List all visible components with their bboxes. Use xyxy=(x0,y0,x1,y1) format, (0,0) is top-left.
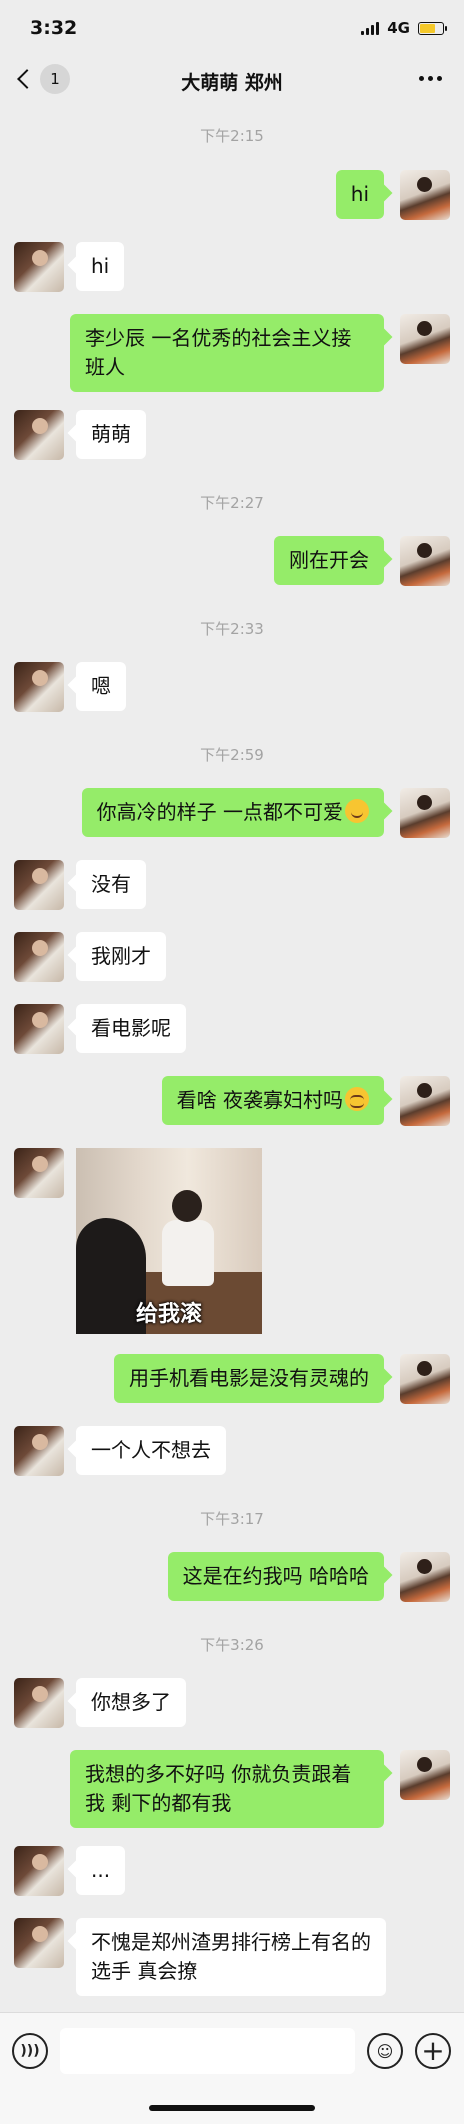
chevron-left-icon xyxy=(17,69,37,89)
message-bubble-received[interactable]: 你想多了 xyxy=(76,1678,186,1727)
message-bubble-sent[interactable]: hi xyxy=(335,170,384,219)
timestamp: 下午3:26 xyxy=(200,1636,264,1654)
battery-charging-icon xyxy=(418,21,447,35)
more-dots-icon[interactable] xyxy=(419,76,442,81)
message-input[interactable] xyxy=(60,2028,355,2074)
message-bubble-sent[interactable]: 我想的多不好吗 你就负责跟着我 剩下的都有我 xyxy=(70,1750,384,1828)
emoji-icon: ☺ xyxy=(376,2041,394,2061)
message-bubble-received[interactable]: 我刚才 xyxy=(76,932,166,981)
message-bubble-received[interactable]: 嗯 xyxy=(76,662,126,711)
message-bubble-received[interactable]: ... xyxy=(76,1846,126,1895)
contact-avatar[interactable] xyxy=(14,1846,64,1896)
timestamp: 下午2:27 xyxy=(200,494,264,512)
chat-header: 1 大萌萌 郑州 xyxy=(0,56,464,106)
voice-button[interactable]: ))) xyxy=(12,2033,48,2069)
voice-icon: ))) xyxy=(20,2043,40,2059)
status-bar: 3:32 4G xyxy=(0,0,464,56)
contact-avatar[interactable] xyxy=(14,1148,64,1198)
message-bubble-received[interactable]: 看电影呢 xyxy=(76,1004,186,1053)
my-avatar[interactable] xyxy=(400,1750,450,1800)
message-bubble-received[interactable]: 萌萌 xyxy=(76,410,146,459)
message-bubble-received[interactable]: 不愧是郑州渣男排行榜上有名的选手 真会撩 xyxy=(76,1918,386,1996)
back-button[interactable]: 1 xyxy=(14,64,70,94)
message-bubble-sent[interactable]: 你高冷的样子 一点都不可爱 xyxy=(81,788,384,837)
my-avatar[interactable] xyxy=(400,170,450,220)
status-indicators: 4G xyxy=(361,19,447,37)
unread-badge: 1 xyxy=(40,64,70,94)
contact-avatar[interactable] xyxy=(14,932,64,982)
timestamp: 下午3:17 xyxy=(200,1510,264,1528)
plus-button[interactable]: + xyxy=(415,2033,451,2069)
flushed-emoji-icon xyxy=(345,1087,369,1111)
network-type: 4G xyxy=(387,19,410,37)
my-avatar[interactable] xyxy=(400,314,450,364)
message-bubble-sent[interactable]: 用手机看电影是没有灵魂的 xyxy=(114,1354,384,1403)
contact-avatar[interactable] xyxy=(14,1678,64,1728)
contact-avatar[interactable] xyxy=(14,1426,64,1476)
status-time: 3:32 xyxy=(30,17,78,39)
smile-emoji-icon xyxy=(345,799,369,823)
message-bubble-sent[interactable]: 这是在约我吗 哈哈哈 xyxy=(167,1552,384,1601)
emoji-button[interactable]: ☺ xyxy=(367,2033,403,2069)
contact-avatar[interactable] xyxy=(14,410,64,460)
my-avatar[interactable] xyxy=(400,536,450,586)
plus-icon: + xyxy=(421,2034,445,2067)
message-bubble-sent[interactable]: 刚在开会 xyxy=(274,536,384,585)
message-bubble-sent[interactable]: 看啥 夜袭寡妇村吗 xyxy=(161,1076,384,1125)
contact-avatar[interactable] xyxy=(14,1918,64,1968)
message-bubble-received[interactable]: hi xyxy=(76,242,125,291)
timestamp: 下午2:33 xyxy=(200,620,264,638)
contact-avatar[interactable] xyxy=(14,1004,64,1054)
message-bubble-received[interactable]: 一个人不想去 xyxy=(76,1426,226,1475)
contact-avatar[interactable] xyxy=(14,860,64,910)
message-bubble-sent[interactable]: 李少辰 一名优秀的社会主义接班人 xyxy=(70,314,384,392)
message-text: 看啥 夜袭寡妇村吗 xyxy=(176,1088,343,1112)
message-bubble-received[interactable]: 没有 xyxy=(76,860,146,909)
timestamp: 下午2:59 xyxy=(200,746,264,764)
my-avatar[interactable] xyxy=(400,1076,450,1126)
signal-icon xyxy=(361,21,380,35)
sticker-caption: 给我滚 xyxy=(135,1302,202,1327)
my-avatar[interactable] xyxy=(400,1354,450,1404)
contact-avatar[interactable] xyxy=(14,662,64,712)
my-avatar[interactable] xyxy=(400,1552,450,1602)
my-avatar[interactable] xyxy=(400,788,450,838)
contact-avatar[interactable] xyxy=(14,242,64,292)
timestamp: 下午2:15 xyxy=(200,127,264,145)
chat-title: 大萌萌 郑州 xyxy=(181,71,283,94)
sticker-image[interactable]: 给我滚 xyxy=(76,1148,262,1334)
message-text: 你高冷的样子 一点都不可爱 xyxy=(96,800,343,824)
home-indicator[interactable] xyxy=(149,2105,315,2111)
